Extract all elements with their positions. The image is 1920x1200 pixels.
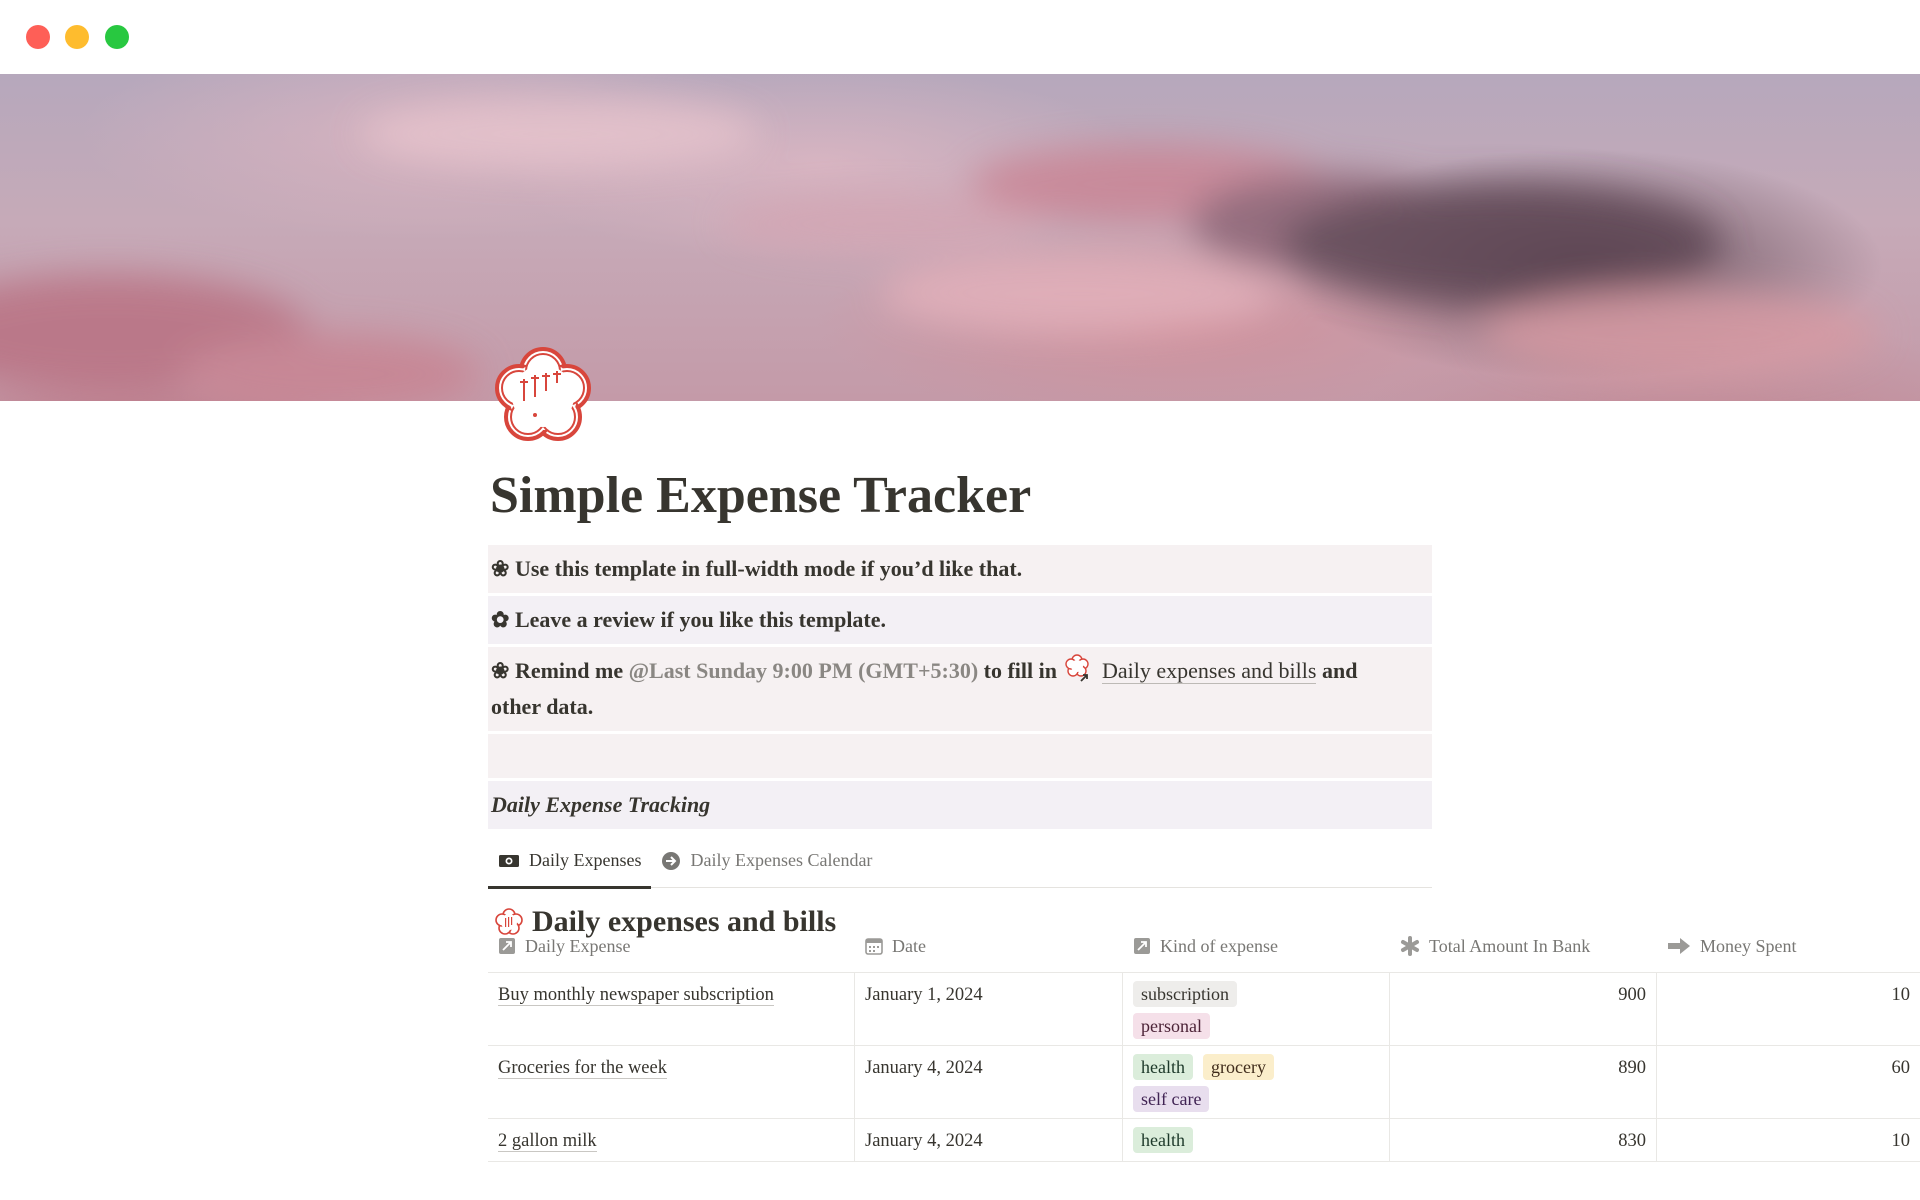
reminder-suffix: and	[1321, 658, 1358, 683]
column-label: Money Spent	[1700, 935, 1797, 956]
window-titlebar	[0, 0, 1920, 74]
tab-daily-expenses[interactable]: Daily Expenses	[488, 833, 652, 889]
total-amount-in-bank[interactable]: 900	[1390, 973, 1657, 1045]
tag-health[interactable]: health	[1133, 1054, 1193, 1080]
flower-outline-icon: ✿	[491, 607, 510, 632]
expense-date[interactable]: January 4, 2024	[855, 1119, 1123, 1161]
expense-name[interactable]: 2 gallon milk	[498, 1131, 597, 1152]
column-label: Daily Expense	[525, 935, 631, 956]
column-header-money-spent[interactable]: Money Spent	[1657, 920, 1920, 972]
money-icon	[499, 854, 519, 867]
column-label: Kind of expense	[1160, 935, 1278, 956]
page-title[interactable]: Simple Expense Tracker	[488, 455, 1432, 537]
tag-subscription[interactable]: subscription	[1133, 981, 1237, 1007]
arrow-circle-icon	[662, 851, 681, 870]
relation-arrow-icon	[1134, 938, 1150, 954]
tag-health[interactable]: health	[1133, 1127, 1193, 1153]
maximize-window-button[interactable]	[105, 25, 129, 49]
table-header: Daily Expense Date Kind of expense Total…	[488, 920, 1920, 973]
asterisk-icon	[1401, 936, 1419, 956]
expense-name[interactable]: Groceries for the week	[498, 1058, 667, 1079]
cover-image[interactable]	[0, 74, 1920, 401]
column-header-daily-expense[interactable]: Daily Expense	[488, 920, 855, 972]
flower-icon: ❀	[491, 658, 510, 683]
minimize-window-button[interactable]	[65, 25, 89, 49]
tab-label: Daily Expenses Calendar	[690, 850, 873, 870]
reminder-mention[interactable]: @Last Sunday 9:00 PM (GMT+5:30)	[629, 658, 979, 683]
expense-date[interactable]: January 4, 2024	[855, 1046, 1123, 1118]
cloud-texture	[0, 99, 1880, 401]
tab-daily-expenses-calendar[interactable]: Daily Expenses Calendar	[651, 833, 882, 888]
linked-page-daily-expenses[interactable]: Daily expenses and bills	[1102, 658, 1317, 684]
callout-line-reminder[interactable]: ❀ Remind me @Last Sunday 9:00 PM (GMT+5:…	[488, 647, 1432, 731]
calendar-icon	[865, 938, 883, 955]
total-amount-in-bank[interactable]: 890	[1390, 1046, 1657, 1118]
stamp-graphic	[495, 347, 591, 441]
reminder-prefix: Remind me	[514, 658, 624, 683]
column-header-kind[interactable]: Kind of expense	[1123, 920, 1390, 972]
column-label: Date	[892, 935, 926, 956]
callout-line-review[interactable]: ✿ Leave a review if you like this templa…	[488, 596, 1432, 644]
column-label: Total Amount In Bank	[1429, 935, 1591, 956]
money-spent[interactable]: 60	[1657, 1046, 1920, 1118]
page-content: Simple Expense Tracker ❀ Use this templa…	[488, 455, 1432, 952]
expense-date[interactable]: January 1, 2024	[855, 973, 1123, 1045]
arrow-right-icon	[1668, 938, 1690, 954]
money-spent[interactable]: 10	[1657, 1119, 1920, 1161]
column-header-total-amount[interactable]: Total Amount In Bank	[1390, 920, 1657, 972]
close-window-button[interactable]	[26, 25, 50, 49]
sakura-stamp-icon[interactable]	[490, 343, 596, 449]
relation-arrow-icon	[499, 938, 515, 954]
reminder-middle: to fill in	[983, 658, 1057, 683]
expense-name[interactable]: Buy monthly newspaper subscription	[498, 985, 774, 1006]
callout-text-review: Leave a review if you like this template…	[514, 607, 887, 632]
reminder-end: other data.	[491, 694, 594, 719]
tab-label: Daily Expenses	[529, 850, 642, 870]
callout-text-fullwidth: Use this template in full-width mode if …	[514, 556, 1023, 581]
total-amount-in-bank[interactable]: 830	[1390, 1119, 1657, 1161]
table-row[interactable]: Buy monthly newspaper subscription Janua…	[488, 973, 1920, 1046]
expenses-table: Daily Expense Date Kind of expense Total…	[488, 920, 1920, 1162]
column-header-date[interactable]: Date	[855, 920, 1123, 972]
linked-page-sakura-icon	[1064, 654, 1091, 682]
tag-self-care[interactable]: self care	[1133, 1086, 1210, 1112]
table-row[interactable]: 2 gallon milk January 4, 2024 health 830…	[488, 1119, 1920, 1162]
callout-empty-line[interactable]	[488, 734, 1432, 778]
view-tabs: Daily Expenses Daily Expenses Calendar	[488, 833, 1432, 889]
money-spent[interactable]: 10	[1657, 973, 1920, 1045]
callout-line-fullwidth[interactable]: ❀ Use this template in full-width mode i…	[488, 545, 1432, 593]
flower-icon: ❀	[491, 556, 510, 581]
callout-block: ❀ Use this template in full-width mode i…	[488, 545, 1432, 829]
tag-personal[interactable]: personal	[1133, 1013, 1210, 1039]
section-heading[interactable]: Daily Expense Tracking	[488, 781, 1432, 829]
table-row[interactable]: Groceries for the week January 4, 2024 h…	[488, 1046, 1920, 1119]
tag-grocery[interactable]: grocery	[1202, 1054, 1274, 1080]
